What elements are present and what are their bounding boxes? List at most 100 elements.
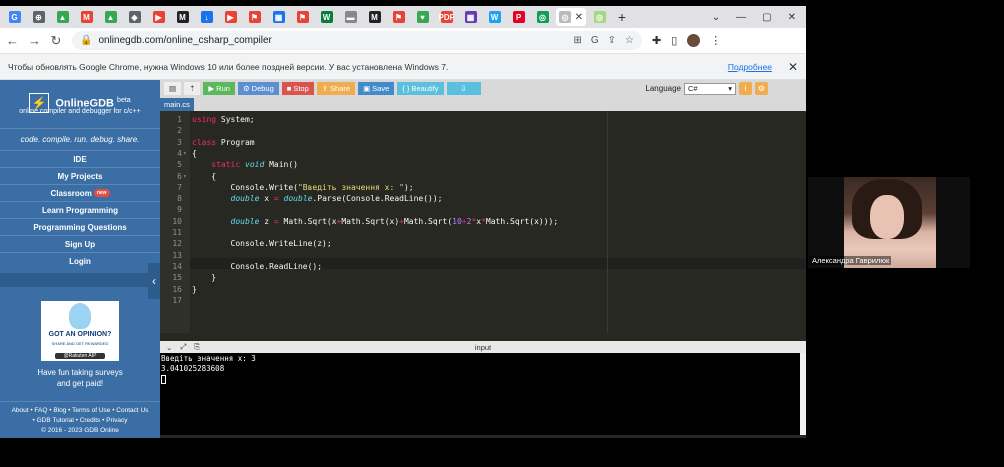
line-number: 17	[172, 295, 182, 305]
console-output[interactable]: Введіть значення x: 3 3.041025283608	[160, 353, 800, 435]
url-input[interactable]: 🔒 onlinegdb.com/online_csharp_compiler ⊞…	[72, 31, 642, 50]
bookmark-star-icon[interactable]: ☆	[625, 35, 634, 46]
footer-links-1[interactable]: About • FAQ • Blog • Terms of Use • Cont…	[0, 406, 160, 416]
copy-icon[interactable]: ⎘	[194, 342, 200, 352]
browser-tab[interactable]: ▲	[52, 8, 73, 26]
browser-tab[interactable]: M	[364, 8, 385, 26]
stop-label: Stop	[293, 84, 309, 93]
sidebar-item-login[interactable]: Login	[0, 252, 160, 269]
browser-tab[interactable]: PDF	[436, 8, 457, 26]
run-button[interactable]: ▶ Run	[203, 82, 235, 95]
browser-tab[interactable]: ⚑	[388, 8, 409, 26]
maximize-icon[interactable]: ▢	[762, 12, 771, 23]
line-number: 10	[172, 216, 182, 226]
sidebar-item-my-projects[interactable]: My Projects	[0, 167, 160, 184]
code-editor[interactable]: 1 using System; 2 3 class Program 4 ▾{5 static…	[160, 111, 806, 333]
console-line: 3.041025283608	[161, 364, 225, 373]
save-button[interactable]: ▣ Save	[358, 82, 395, 95]
infobar-more-link[interactable]: Подробнее	[728, 62, 772, 72]
forward-icon[interactable]: →	[28, 33, 41, 48]
browser-tab[interactable]: ▦	[460, 8, 481, 26]
fold-toggle-icon[interactable]: ▾	[183, 171, 187, 182]
browser-tab[interactable]: P	[508, 8, 529, 26]
code-line: 9	[160, 204, 806, 215]
browser-tab[interactable]: ▶	[220, 8, 241, 26]
share-button[interactable]: ⇪ Share	[316, 82, 356, 95]
tab-favicon-icon: ▲	[104, 11, 117, 23]
code-token: {	[192, 148, 197, 158]
browser-tab[interactable]: G	[4, 8, 25, 26]
sidebar-item-programming-questions[interactable]: Programming Questions	[0, 218, 160, 235]
sidebar-item-classroom[interactable]: Classroom new	[0, 184, 160, 201]
browser-tab[interactable]: ♥	[412, 8, 433, 26]
ad-caption[interactable]: Have fun taking surveys and get paid!	[0, 367, 160, 389]
sidebar-item-sign-up[interactable]: Sign Up	[0, 235, 160, 252]
browser-tab[interactable]: ⚑	[244, 8, 265, 26]
debug-button[interactable]: ⚙ Debug	[237, 82, 279, 95]
browser-tab[interactable]: ▦	[268, 8, 289, 26]
upload-icon[interactable]: ⇡	[184, 82, 201, 95]
google-icon[interactable]: G	[591, 35, 599, 46]
share-icon[interactable]: ⇪	[608, 35, 616, 46]
language-select[interactable]: C# ▾	[684, 82, 736, 95]
line-number: 1	[177, 115, 182, 124]
download-button[interactable]: ⇩	[446, 82, 481, 95]
beautify-button[interactable]: { } Beautify	[397, 82, 444, 95]
chevron-left-icon[interactable]: ‹	[148, 263, 160, 299]
sidebar-item-learn-programming[interactable]: Learn Programming	[0, 201, 160, 218]
screen: G ⊕ ▲ M ▲ ◈ ▶ M ↓ ▶ ⚑ ▦ ⚑ W ▬ M ⚑ ♥ PDF ▦ W P ◎ ◎ ✕ ◎ + ⌄ — ▢ ✕ ← → ↻ …	[0, 0, 1004, 467]
console-scrollbar[interactable]	[800, 353, 806, 435]
code-token: "Введіть значення x: "	[297, 182, 404, 192]
video-tile[interactable]: Александра Гаврилюк	[808, 177, 970, 268]
close-icon[interactable]: ✕	[788, 60, 798, 74]
tab-favicon-icon: ▦	[464, 11, 477, 23]
browser-tab[interactable]: M	[172, 8, 193, 26]
browser-tab[interactable]: W	[316, 8, 337, 26]
browser-tab[interactable]: ▶	[148, 8, 169, 26]
expand-icon[interactable]: ⤢	[180, 342, 186, 352]
participant-video-face	[870, 195, 904, 239]
browser-tab[interactable]: M	[76, 8, 97, 26]
reload-icon[interactable]: ↻	[50, 33, 62, 49]
translate-icon[interactable]: ⊞	[573, 35, 581, 46]
console-lines: Введіть значення x: 3 3.041025283608	[161, 354, 799, 374]
gear-icon[interactable]: ⚙	[755, 82, 768, 95]
ad-banner[interactable]: GOT AN OPINION? SHARE AND GET REWARDED @…	[41, 301, 119, 361]
extensions-icon[interactable]: ✚	[652, 34, 661, 47]
minimize-icon[interactable]: —	[736, 12, 746, 23]
window-controls: ⌄ — ▢ ✕	[712, 12, 806, 23]
browser-tab[interactable]: ↓	[196, 8, 217, 26]
code-token: Console.ReadLine();	[192, 261, 323, 271]
browser-tab-active[interactable]: ◎ ✕	[556, 8, 586, 26]
info-icon[interactable]: i	[739, 82, 752, 95]
chevron-down-icon: ▾	[728, 84, 732, 93]
tab-search-icon[interactable]: ⌄	[712, 12, 720, 23]
back-icon[interactable]: ←	[6, 33, 19, 48]
new-tab-button[interactable]: +	[613, 9, 631, 25]
sidepanel-icon[interactable]: ▯	[671, 34, 677, 47]
browser-tab[interactable]: ⚑	[292, 8, 313, 26]
menu-kebab-icon[interactable]: ⋮	[710, 34, 721, 47]
line-number: 9	[177, 205, 182, 215]
console-cursor	[161, 374, 166, 384]
profile-avatar[interactable]	[687, 34, 701, 47]
browser-tab[interactable]: W	[484, 8, 505, 26]
sidebar-nav: IDE My Projects Classroom new Learn Programm…	[0, 150, 160, 269]
new-file-icon[interactable]: ▤	[164, 82, 182, 95]
browser-tab[interactable]: ⊕	[28, 8, 49, 26]
file-tab-main[interactable]: main.cs	[160, 98, 194, 111]
fold-toggle-icon[interactable]: ▾	[183, 148, 187, 159]
close-icon[interactable]: ✕	[788, 12, 796, 23]
close-icon[interactable]: ✕	[575, 12, 583, 23]
toolbar: ▤ ⇡ ▶ Run ⚙ Debug ■ Stop ⇪ Share ▣ Save { } B…	[160, 80, 806, 97]
footer-links-2[interactable]: • GDB Tutorial • Credits • Privacy	[0, 416, 160, 426]
browser-tab[interactable]: ◈	[124, 8, 145, 26]
browser-tab[interactable]: ◎	[589, 8, 610, 26]
browser-tab[interactable]: ▲	[100, 8, 121, 26]
stop-button[interactable]: ■ Stop	[281, 82, 314, 95]
sidebar-item-ide[interactable]: IDE	[0, 150, 160, 167]
chevron-down-icon[interactable]: ⌄	[166, 343, 172, 352]
browser-tab[interactable]: ◎	[532, 8, 553, 26]
browser-tab[interactable]: ▬	[340, 8, 361, 26]
